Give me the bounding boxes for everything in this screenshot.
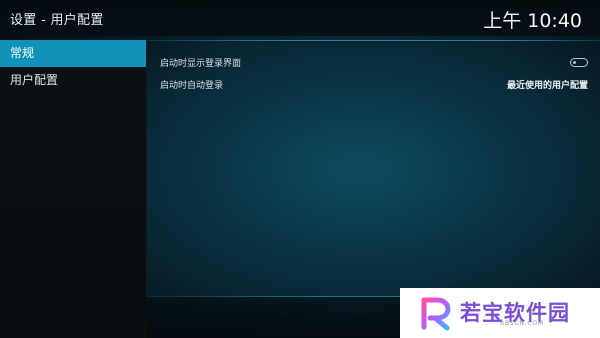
sidebar-item-label: 用户配置 (10, 73, 59, 87)
setting-value: 最近使用的用户配置 (506, 81, 588, 91)
setting-row-auto-login[interactable]: 启动时自动登录 最近使用的用户配置 (146, 75, 600, 95)
setting-label: 启动时自动登录 (160, 81, 224, 91)
breadcrumb: 设置 - 用户配置 (10, 13, 104, 28)
setting-label: 启动时显示登录界面 (160, 59, 242, 69)
sidebar-item-label: 常规 (10, 46, 35, 60)
settings-list: 启动时显示登录界面 启动时自动登录 最近使用的用户配置 (146, 40, 600, 298)
watermark: 若宝软件园 RBSCN.COM (400, 288, 600, 338)
watermark-domain: RBSCN.COM (500, 320, 544, 327)
setting-row-show-login-screen[interactable]: 启动时显示登录界面 (146, 53, 600, 73)
header-bar: 设置 - 用户配置 上午 10:40 (0, 0, 600, 36)
toggle-knob (573, 61, 576, 64)
toggle-off-icon[interactable] (570, 58, 588, 67)
sidebar-item-general[interactable]: 常规 (0, 40, 146, 67)
clock: 上午 10:40 (483, 10, 582, 32)
kodi-settings-screen: 设置 - 用户配置 上午 10:40 常规 用户配置 启动时显示登录界面 启动时… (0, 0, 600, 338)
sidebar: 常规 用户配置 (0, 40, 147, 338)
r-logo-icon (421, 297, 451, 331)
sidebar-item-profiles[interactable]: 用户配置 (0, 67, 146, 94)
